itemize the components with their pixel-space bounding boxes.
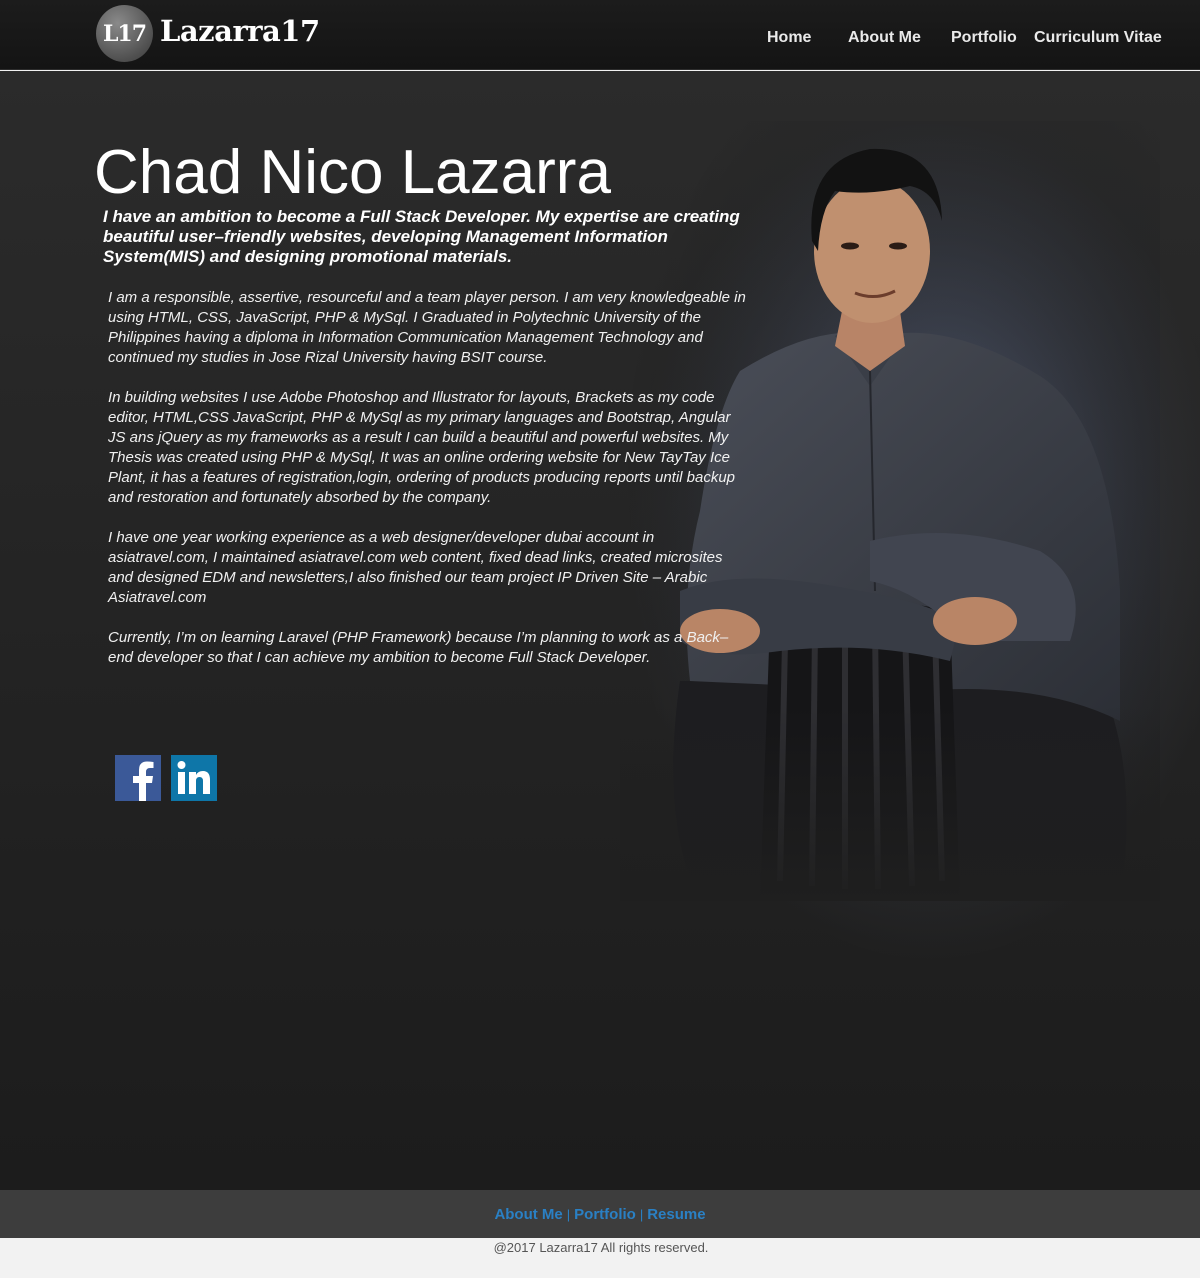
- about-section: Chad Nico Lazarra I have an ambition to …: [0, 71, 1200, 1190]
- site-header: L17 Lazarra17 Home About Me Portfolio Cu…: [0, 0, 1200, 70]
- main-nav: Home About Me Portfolio Curriculum Vitae: [0, 29, 1200, 49]
- bio-paragraph: I have one year working experience as a …: [108, 529, 723, 606]
- tagline: I have an ambition to become a Full Stac…: [103, 207, 740, 266]
- footer-link-resume[interactable]: Resume: [647, 1206, 705, 1223]
- nav-portfolio[interactable]: Portfolio: [951, 29, 1017, 47]
- footer-link-about-me[interactable]: About Me: [494, 1206, 562, 1223]
- linkedin-link[interactable]: [171, 755, 217, 801]
- bio-paragraph: Currently, I’m on learning Laravel (PHP …: [108, 629, 729, 666]
- footer-links: About Me | Portfolio | Resume: [0, 1206, 1200, 1224]
- footer-separator: |: [639, 1207, 644, 1222]
- nav-about-me[interactable]: About Me: [848, 29, 921, 47]
- bio-paragraph: In building websites I use Adobe Photosh…: [108, 389, 736, 506]
- footer-separator: |: [566, 1207, 571, 1222]
- bio-paragraph: I am a responsible, assertive, resourcef…: [108, 289, 746, 366]
- copyright: @2017 Lazarra17 All rights reserved.: [493, 1240, 709, 1255]
- page-title: Chad Nico Lazarra: [94, 138, 611, 207]
- facebook-icon: [115, 755, 161, 801]
- nav-home[interactable]: Home: [767, 29, 811, 47]
- facebook-link[interactable]: [115, 755, 161, 801]
- nav-curriculum-vitae[interactable]: Curriculum Vitae: [1034, 29, 1162, 47]
- footer-link-portfolio[interactable]: Portfolio: [574, 1206, 636, 1223]
- footer-bar: About Me | Portfolio | Resume: [0, 1190, 1200, 1238]
- linkedin-icon: [171, 755, 217, 801]
- bio: I am a responsible, assertive, resourcef…: [108, 288, 748, 688]
